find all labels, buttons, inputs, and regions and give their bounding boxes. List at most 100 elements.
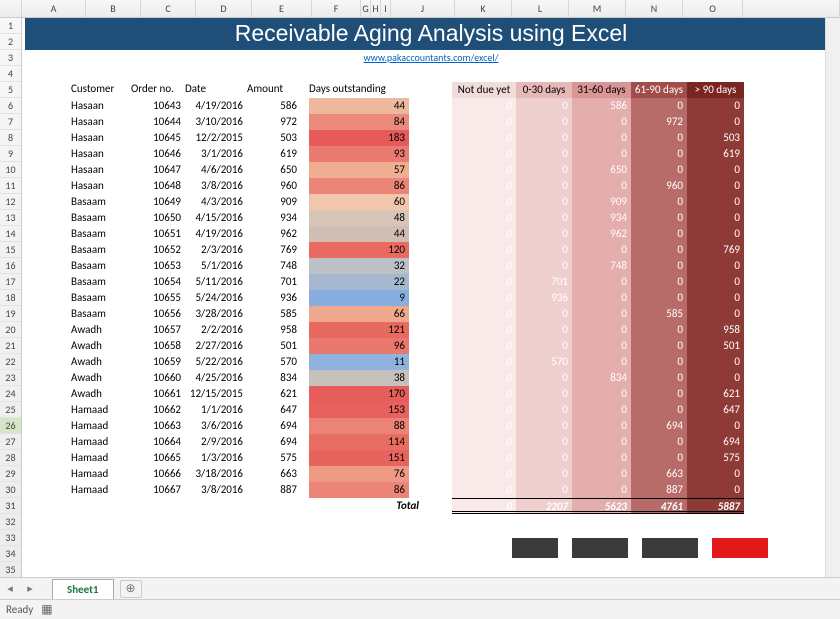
col-header-G[interactable]: G	[361, 0, 371, 17]
col-header-O[interactable]: O	[683, 0, 743, 17]
row-header-24[interactable]: 24	[0, 386, 21, 402]
table-row[interactable]: Awadh106572/2/20169581210000958	[25, 322, 837, 338]
tab-nav-next[interactable]: ▸	[20, 582, 40, 595]
source-link[interactable]: www.pakaccountants.com/excel/	[363, 51, 498, 64]
table-row[interactable]: Hamaad106642/9/20166941140000694	[25, 434, 837, 450]
col-header-F[interactable]: F	[312, 0, 361, 17]
row-header-21[interactable]: 21	[0, 338, 21, 354]
row-header-31[interactable]: 31	[0, 498, 21, 514]
col-header-C[interactable]: C	[141, 0, 196, 17]
col-header-H[interactable]: H	[371, 0, 381, 17]
hdr-date: Date	[185, 82, 206, 95]
row-header-20[interactable]: 20	[0, 322, 21, 338]
row-header-15[interactable]: 15	[0, 242, 21, 258]
row-header-9[interactable]: 9	[0, 146, 21, 162]
status-bar: Ready ▦	[0, 599, 840, 619]
row-header-13[interactable]: 13	[0, 210, 21, 226]
total-row: Total02207562347615887	[25, 498, 837, 514]
col-header-D[interactable]: D	[196, 0, 252, 17]
tab-nav-prev[interactable]: ◂	[0, 582, 20, 595]
row-headers[interactable]: 1234567891011121314151617181920212223242…	[0, 18, 22, 577]
row-header-14[interactable]: 14	[0, 226, 21, 242]
row-header-35[interactable]: 35	[0, 562, 21, 578]
row-header-6[interactable]: 6	[0, 98, 21, 114]
row-header-16[interactable]: 16	[0, 258, 21, 274]
sheet-tab-active[interactable]: Sheet1	[52, 579, 114, 599]
row-header-3[interactable]: 3	[0, 50, 21, 66]
table-row[interactable]: Basaam106494/3/2016909600090900	[25, 194, 837, 210]
aging-header-b4: > 90 days	[687, 82, 744, 98]
row-header-2[interactable]: 2	[0, 34, 21, 50]
col-header-L[interactable]: L	[512, 0, 569, 17]
add-sheet-button[interactable]: ⊕	[120, 580, 142, 598]
table-row[interactable]: Hasaan106463/1/2016619930000619	[25, 146, 837, 162]
aging-header-b1: 0-30 days	[516, 82, 572, 98]
sheet-tab-bar[interactable]: ◂ ▸ Sheet1 ⊕	[0, 577, 840, 599]
table-row[interactable]: Basaam106522/3/20167691200000769	[25, 242, 837, 258]
column-headers[interactable]: ABCDEFGHIJKLMNO	[0, 0, 840, 18]
hdr-customer: Customer	[71, 82, 114, 95]
row-header-30[interactable]: 30	[0, 482, 21, 498]
row-header-23[interactable]: 23	[0, 370, 21, 386]
col-header-A[interactable]: A	[22, 0, 86, 17]
col-header-K[interactable]: K	[455, 0, 512, 17]
hdr-amount: Amount	[247, 82, 283, 95]
table-row[interactable]: Awadh106582/27/2016501960000501	[25, 338, 837, 354]
row-header-1[interactable]: 1	[0, 18, 21, 34]
row-header-19[interactable]: 19	[0, 306, 21, 322]
table-row[interactable]: Basaam106514/19/2016962440096200	[25, 226, 837, 242]
table-row[interactable]: Basaam106563/28/2016585660005850	[25, 306, 837, 322]
vertical-scrollbar[interactable]	[825, 18, 840, 577]
col-header-M[interactable]: M	[569, 0, 626, 17]
table-row[interactable]: Basaam106555/24/201693690936000	[25, 290, 837, 306]
row-header-8[interactable]: 8	[0, 130, 21, 146]
col-header-B[interactable]: B	[86, 0, 141, 17]
row-header-34[interactable]: 34	[0, 546, 21, 562]
row-header-32[interactable]: 32	[0, 514, 21, 530]
table-row[interactable]: Basaam106545/11/2016701220701000	[25, 274, 837, 290]
row-header-33[interactable]: 33	[0, 530, 21, 546]
row-header-10[interactable]: 10	[0, 162, 21, 178]
table-row[interactable]: Awadh106604/25/2016834380083400	[25, 370, 837, 386]
col-header-J[interactable]: J	[391, 0, 455, 17]
row-header-27[interactable]: 27	[0, 434, 21, 450]
table-row[interactable]: Hasaan1064512/2/20155031830000503	[25, 130, 837, 146]
row-header-5[interactable]: 5	[0, 82, 21, 98]
table-row[interactable]: Hamaad106673/8/2016887860008870	[25, 482, 837, 498]
table-row[interactable]: Hamaad106621/1/20166471530000647	[25, 402, 837, 418]
aging-headers: Not due yet0-30 days31-60 days61-90 days…	[452, 82, 744, 98]
table-row[interactable]: Hasaan106483/8/2016960860009600	[25, 178, 837, 194]
row-header-22[interactable]: 22	[0, 354, 21, 370]
table-row[interactable]: Hasaan106443/10/2016972840009720	[25, 114, 837, 130]
aging-header-b3: 61-90 days	[631, 82, 687, 98]
row-header-25[interactable]: 25	[0, 402, 21, 418]
select-all-corner[interactable]	[0, 0, 22, 17]
table-row[interactable]: Awadh106595/22/2016570110570000	[25, 354, 837, 370]
row-header-29[interactable]: 29	[0, 466, 21, 482]
row-header-4[interactable]: 4	[0, 66, 21, 82]
row-header-11[interactable]: 11	[0, 178, 21, 194]
row-header-26[interactable]: 26	[0, 418, 21, 434]
col-header-N[interactable]: N	[626, 0, 683, 17]
table-row[interactable]: Hamaad106633/6/2016694880006940	[25, 418, 837, 434]
link-row: www.pakaccountants.com/excel/	[25, 50, 837, 66]
table-row[interactable]: Hasaan106434/19/2016586440058600	[25, 98, 837, 114]
row-header-7[interactable]: 7	[0, 114, 21, 130]
macro-record-icon[interactable]: ▦	[41, 602, 52, 617]
row-header-18[interactable]: 18	[0, 290, 21, 306]
row-header-28[interactable]: 28	[0, 450, 21, 466]
table-row[interactable]: Hamaad106663/18/2016663760006630	[25, 466, 837, 482]
table-row[interactable]: Hasaan106474/6/2016650570065000	[25, 162, 837, 178]
table-row[interactable]: Awadh1066112/15/20156211700000621	[25, 386, 837, 402]
col-header-E[interactable]: E	[252, 0, 312, 17]
col-header-I[interactable]: I	[381, 0, 391, 17]
table-row[interactable]: Basaam106504/15/2016934480093400	[25, 210, 837, 226]
aging-header-not_due: Not due yet	[452, 82, 516, 98]
hdr-orderno: Order no.	[131, 82, 174, 95]
row-header-17[interactable]: 17	[0, 274, 21, 290]
table-row[interactable]: Basaam106535/1/2016748320074800	[25, 258, 837, 274]
worksheet-canvas[interactable]: Receivable Aging Analysis using Excel ww…	[22, 18, 840, 577]
table-row[interactable]: Hamaad106651/3/20165751510000575	[25, 450, 837, 466]
row-header-12[interactable]: 12	[0, 194, 21, 210]
legend-swatch	[512, 538, 558, 558]
